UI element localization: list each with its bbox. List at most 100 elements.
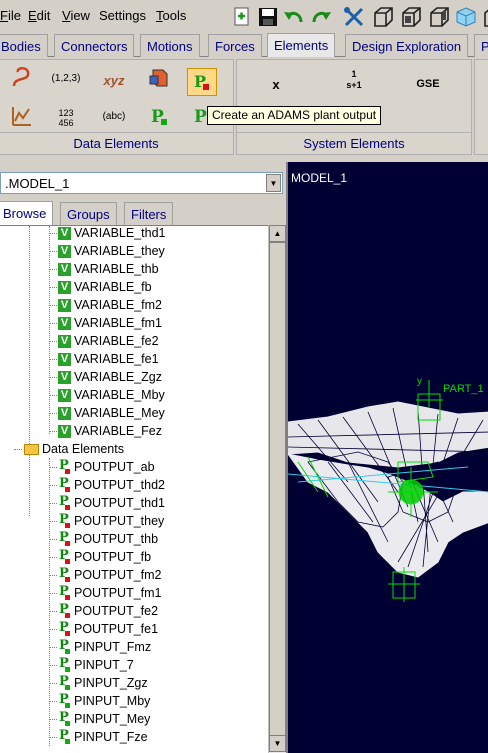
- array-icon[interactable]: (1,2,3): [51, 64, 81, 92]
- redo-icon[interactable]: [310, 5, 332, 29]
- tree-folder-data-elements[interactable]: Data Elements: [14, 440, 124, 458]
- tree-item-plant-input[interactable]: P PINPUT_7: [49, 656, 134, 674]
- new-model-icon[interactable]: [231, 5, 253, 29]
- menu-settings[interactable]: Settings: [99, 8, 146, 23]
- tree-item-label: PINPUT_Fze: [74, 730, 148, 744]
- tab-groups[interactable]: Groups: [60, 202, 117, 225]
- tab-motions[interactable]: Motions: [140, 34, 200, 57]
- tree-item-variable[interactable]: V VARIABLE_Mey: [49, 404, 165, 422]
- tab-forces[interactable]: Forces: [208, 34, 262, 57]
- plant-output-type-icon: P: [59, 511, 70, 528]
- model-select[interactable]: .MODEL_1 ▼: [0, 172, 283, 194]
- tree-item-variable[interactable]: V VARIABLE_fb: [49, 278, 152, 296]
- tab-overflow[interactable]: P: [474, 34, 488, 57]
- tree-item-label: PINPUT_Fmz: [74, 640, 152, 654]
- tree-item-variable[interactable]: V VARIABLE_they: [49, 242, 165, 260]
- tree-item-plant-output[interactable]: P POUTPUT_thd2: [49, 476, 165, 494]
- xyz-curve-icon[interactable]: xyz: [99, 66, 129, 94]
- scroll-thumb[interactable]: [269, 242, 286, 747]
- gse-icon[interactable]: GSE: [413, 70, 443, 98]
- tree-item-variable[interactable]: V VARIABLE_thd1: [49, 226, 166, 242]
- save-icon[interactable]: [257, 5, 279, 29]
- tree-item-plant-output[interactable]: P POUTPUT_ab: [49, 458, 155, 476]
- view-extra-icon[interactable]: [478, 5, 488, 29]
- tree-item-plant-input[interactable]: P PINPUT_Fze: [49, 728, 148, 746]
- tab-filters[interactable]: Filters: [124, 202, 174, 225]
- transfer-function-icon[interactable]: 1 s+1: [339, 66, 369, 94]
- tree-item-variable[interactable]: V VARIABLE_thb: [49, 260, 159, 278]
- view-iso-icon[interactable]: [400, 5, 422, 29]
- render-cube-icon[interactable]: [455, 5, 477, 29]
- variable-type-icon: V: [58, 424, 71, 438]
- tree-item-variable[interactable]: V VARIABLE_fm1: [49, 314, 163, 332]
- curve-data-icon[interactable]: [7, 102, 37, 130]
- tree-item-label: VARIABLE_fm1: [74, 316, 163, 330]
- tree-item-variable[interactable]: V VARIABLE_Fez: [49, 422, 162, 440]
- tree-item-plant-input[interactable]: P PINPUT_Zgz: [49, 674, 148, 692]
- plant-output-type-icon: P: [59, 583, 70, 600]
- tree-item-plant-output[interactable]: P POUTPUT_they: [49, 511, 165, 530]
- view-front-icon[interactable]: [372, 5, 394, 29]
- plant-output-type-icon: P: [59, 601, 70, 618]
- tools-wrench-icon[interactable]: [343, 5, 365, 29]
- tree-item-plant-output[interactable]: P POUTPUT_fe1: [49, 620, 158, 638]
- tree-item-label: VARIABLE_fm2: [74, 298, 163, 312]
- variable-type-icon: V: [58, 226, 71, 240]
- tree-item-variable[interactable]: V VARIABLE_fe2: [49, 332, 159, 350]
- tree-item-variable[interactable]: V VARIABLE_Zgz: [49, 368, 163, 386]
- tree-item-variable[interactable]: V VARIABLE_fe1: [49, 350, 159, 368]
- tree-item-label: POUTPUT_fm2: [74, 568, 162, 582]
- tree-item-label: VARIABLE_Zgz: [74, 370, 163, 384]
- tree-item-plant-output[interactable]: P POUTPUT_fm2: [49, 566, 162, 584]
- tree-item-variable[interactable]: V VARIABLE_Mby: [49, 386, 165, 404]
- chevron-down-icon[interactable]: ▼: [266, 174, 281, 192]
- tree-item-plant-output[interactable]: P POUTPUT_thb: [49, 530, 158, 548]
- system-elements-group-label: System Elements: [237, 132, 471, 154]
- undo-icon[interactable]: [283, 5, 305, 29]
- graphics-viewport[interactable]: MODEL_1 PART_1 y: [286, 162, 488, 753]
- tab-bodies[interactable]: Bodies: [0, 34, 48, 57]
- menu-edit[interactable]: Edit: [28, 8, 50, 23]
- variable-type-icon: V: [58, 406, 71, 420]
- scroll-up-icon[interactable]: ▲: [269, 225, 286, 242]
- string-icon[interactable]: (abc): [99, 102, 129, 130]
- tree-branch-line: [49, 593, 57, 594]
- plant-input-type-icon: P: [59, 691, 70, 708]
- variable-icon[interactable]: x: [261, 70, 291, 98]
- tree-branch-line: [49, 359, 57, 360]
- tree-branch-line: [49, 377, 57, 378]
- tree-item-label: VARIABLE_thd1: [74, 226, 166, 240]
- plant-input-icon[interactable]: P: [144, 102, 174, 130]
- menu-tools[interactable]: Tools: [156, 8, 186, 23]
- tree-item-variable[interactable]: V VARIABLE_fm2: [49, 296, 163, 314]
- spline-icon[interactable]: [7, 64, 37, 92]
- menu-file[interactable]: File: [0, 8, 21, 23]
- tab-connectors[interactable]: Connectors: [54, 34, 135, 57]
- plant-output-icon[interactable]: P: [187, 68, 217, 96]
- matrix-icon[interactable]: 123 456: [51, 104, 81, 132]
- scroll-down-icon[interactable]: ▼: [269, 735, 286, 752]
- state-variable-icon[interactable]: [144, 64, 174, 92]
- tab-design-exploration[interactable]: Design Exploration: [345, 34, 469, 57]
- tree-item-plant-input[interactable]: P PINPUT_Fmz: [49, 638, 152, 656]
- tree-item-plant-input[interactable]: P PINPUT_Mby: [49, 691, 150, 710]
- tree-branch-line: [49, 557, 57, 558]
- tree-item-plant-output[interactable]: P POUTPUT_fb: [49, 548, 151, 566]
- tree-item-label: POUTPUT_they: [74, 514, 165, 528]
- tree-branch-line: [49, 701, 57, 702]
- data-elements-group: (1,2,3) xyz P 123 456 (abc) P P Data Ele…: [0, 59, 234, 155]
- tree-branch-line: [49, 539, 57, 540]
- tree-item-label: VARIABLE_thb: [74, 262, 159, 276]
- tree-item-plant-output[interactable]: P POUTPUT_thd1: [49, 494, 165, 512]
- tree-branch-line: [49, 413, 57, 414]
- tree-item-plant-output[interactable]: P POUTPUT_fm1: [49, 583, 162, 602]
- menu-view[interactable]: View: [62, 8, 90, 23]
- tree-item-label: POUTPUT_ab: [74, 460, 155, 474]
- variable-type-icon: V: [58, 352, 71, 366]
- tree-item-plant-output[interactable]: P POUTPUT_fe2: [49, 601, 158, 620]
- tab-browse[interactable]: Browse: [0, 201, 54, 226]
- vertical-scrollbar[interactable]: ▲ ▼: [268, 225, 286, 753]
- tab-elements[interactable]: Elements: [267, 33, 336, 58]
- view-side-icon[interactable]: [428, 5, 450, 29]
- tree-item-plant-input[interactable]: P PINPUT_Mey: [49, 710, 150, 728]
